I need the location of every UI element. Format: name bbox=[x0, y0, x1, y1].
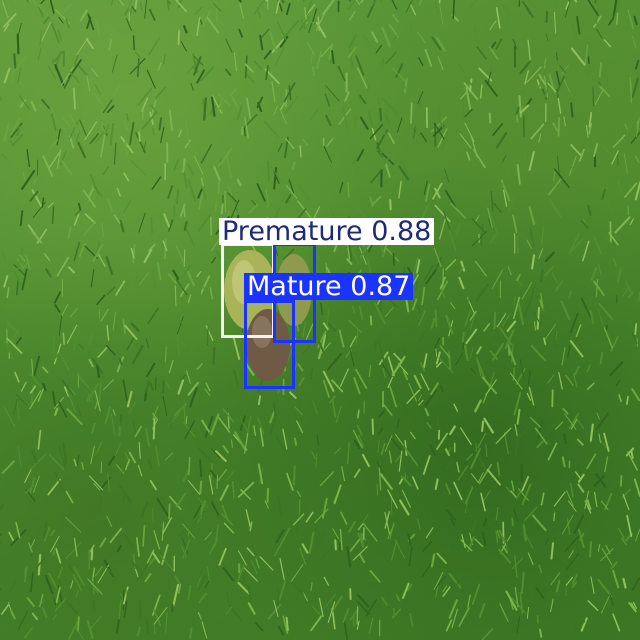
premature-label: Premature 0.88 bbox=[219, 216, 435, 247]
premature-class: Premature bbox=[222, 216, 363, 247]
mature-label: Mature 0.87 bbox=[244, 271, 414, 302]
mature-score: 0.87 bbox=[350, 271, 411, 302]
premature-score: 0.88 bbox=[371, 216, 432, 247]
mature-bounding-box-lower bbox=[244, 300, 295, 389]
grass-photo: Premature 0.88 Mature 0.87 bbox=[0, 0, 640, 640]
mature-class: Mature bbox=[247, 271, 342, 302]
coconut-objects bbox=[224, 250, 312, 381]
